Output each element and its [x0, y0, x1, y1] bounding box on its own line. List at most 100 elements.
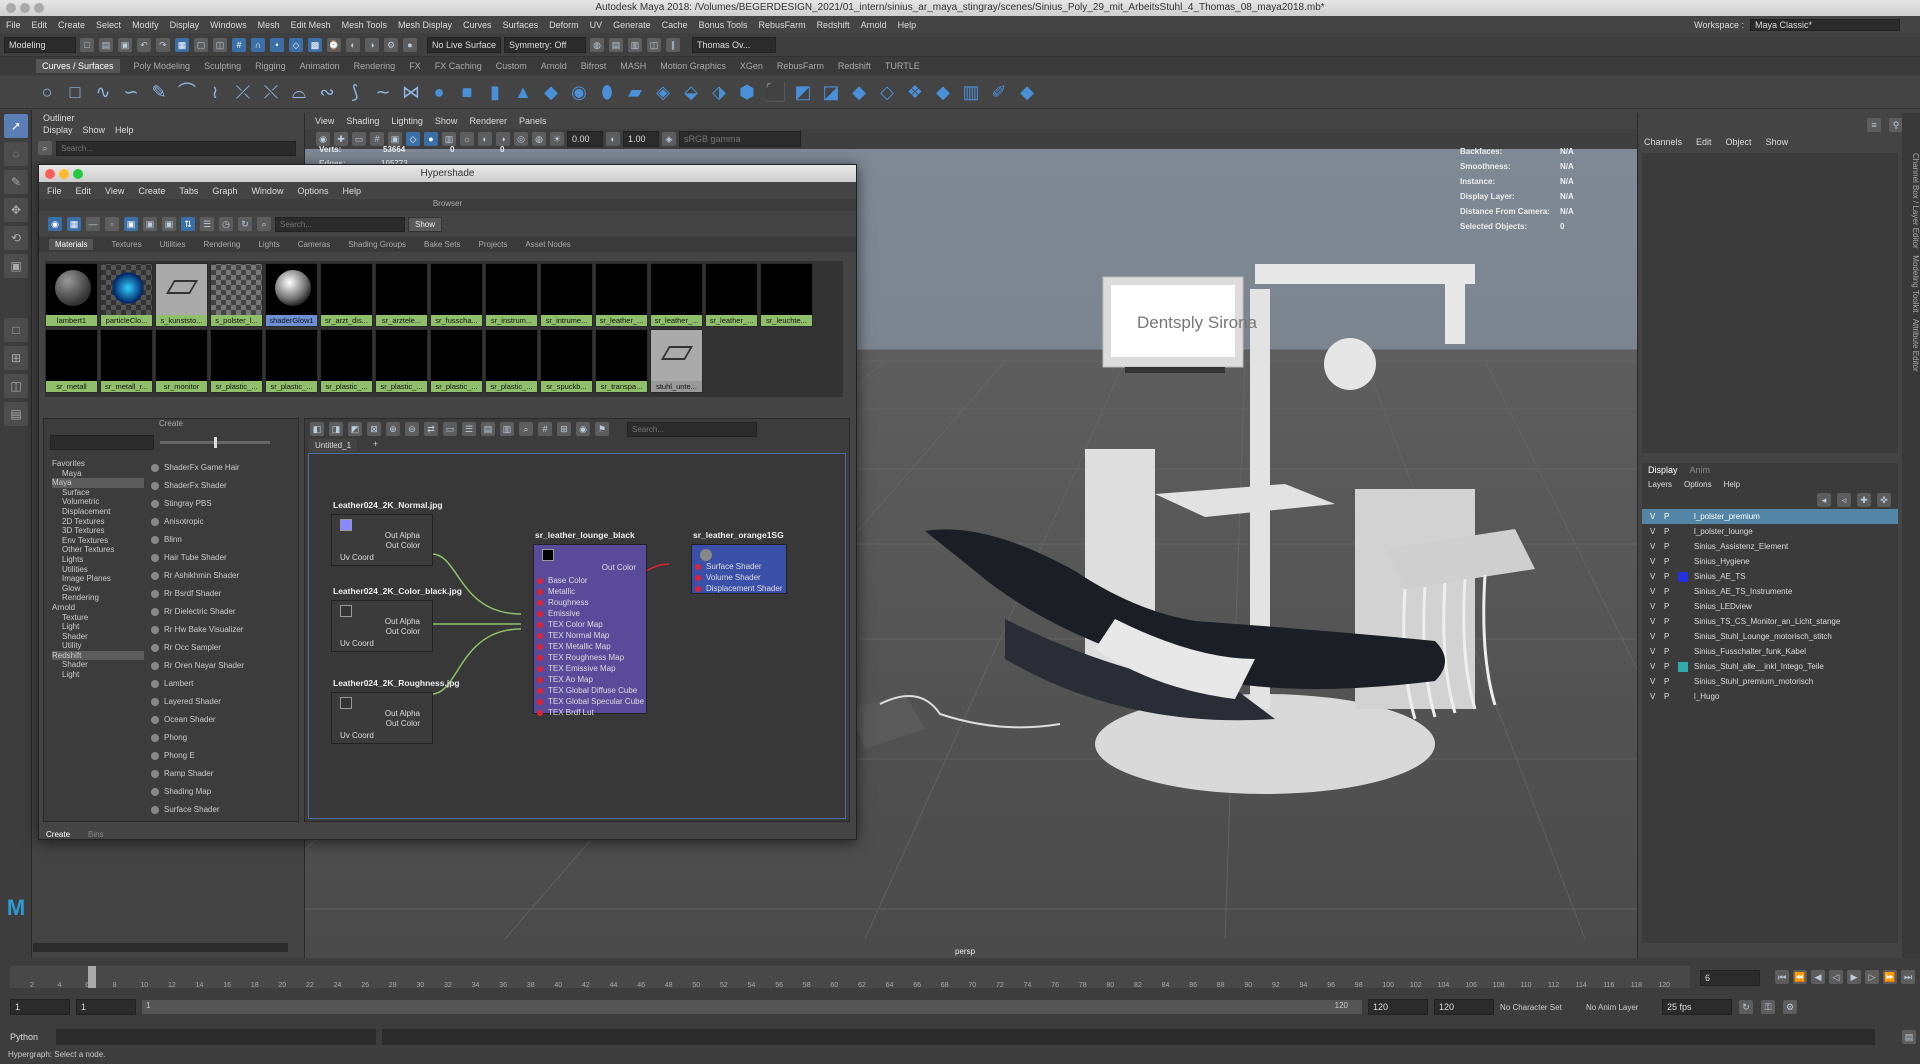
render-settings-icon[interactable]: ⚙: [384, 37, 398, 52]
select-component-icon[interactable]: ◫: [213, 37, 227, 52]
layer-visible-toggle[interactable]: V: [1650, 542, 1658, 551]
snap-grid-node-icon[interactable]: ⊞: [557, 422, 571, 436]
as-icons-icon[interactable]: ◉: [48, 217, 62, 231]
create-tree-item[interactable]: Utility: [52, 641, 144, 651]
material-swatch[interactable]: sr_intrume...: [540, 263, 593, 327]
snap-surface-icon[interactable]: ▩: [308, 37, 322, 52]
layer-row[interactable]: V P Sinius_Stuhl_alle__inkl_Intego_Teile: [1642, 659, 1898, 674]
channel-menu-item[interactable]: Edit: [1696, 137, 1712, 151]
layer-playback-toggle[interactable]: P: [1664, 542, 1672, 551]
rebuild-surface-icon[interactable]: ▥: [960, 81, 982, 103]
shader-input-port[interactable]: TEX Brdf Lut: [534, 707, 646, 718]
layer-row[interactable]: V P Sinius_AE_TS: [1642, 569, 1898, 584]
uv-coord-port[interactable]: Uv Coord: [340, 553, 374, 562]
frame-all-icon[interactable]: ⌕: [519, 422, 533, 436]
ao-icon[interactable]: ◑: [496, 132, 510, 146]
select-object-icon[interactable]: ▢: [194, 37, 208, 52]
sort-icon[interactable]: ⇅: [181, 217, 195, 231]
material-swatch[interactable]: sr_leather_...: [650, 263, 703, 327]
material-swatch[interactable]: sr_leather_...: [705, 263, 758, 327]
material-swatch[interactable]: sr_plastic_...: [320, 329, 373, 393]
booleans-icon[interactable]: ◆: [932, 81, 954, 103]
sg-input-port[interactable]: Volume Shader: [692, 572, 786, 583]
channel-pin-icon[interactable]: ⚲: [1889, 118, 1903, 132]
nurbs-cone-icon[interactable]: ▲: [512, 81, 534, 103]
menu-display[interactable]: Display: [170, 20, 200, 30]
create-tree-item[interactable]: Shader: [52, 660, 144, 670]
material-swatch[interactable]: shaderGlow1: [265, 263, 318, 327]
add-graph-tab-icon[interactable]: +: [373, 439, 378, 449]
hs-menu-item[interactable]: Create: [138, 186, 165, 196]
shelf-tab[interactable]: Curves / Surfaces: [36, 59, 120, 73]
browser-tab[interactable]: Asset Nodes: [525, 240, 570, 249]
create-tab[interactable]: Create: [46, 830, 70, 839]
new-scene-icon[interactable]: □: [80, 37, 94, 52]
nurbs-torus-icon[interactable]: ◉: [568, 81, 590, 103]
menu-rebusfarm[interactable]: RebusFarm: [759, 20, 806, 30]
nurbs-sphere-icon[interactable]: ●: [428, 81, 450, 103]
menu-create[interactable]: Create: [58, 20, 85, 30]
create-tab[interactable]: Bins: [88, 830, 104, 839]
detach-curve-icon[interactable]: ⤬: [260, 81, 282, 103]
shader-list-item[interactable]: ShaderFx Game Hair: [148, 459, 288, 477]
layer-menu-item[interactable]: Help: [1724, 480, 1740, 489]
hs-close-icon[interactable]: [45, 169, 55, 179]
layer-row[interactable]: V P Sinius_Stuhl_Lounge_motorisch_stitch: [1642, 629, 1898, 644]
render-view-icon[interactable]: ◫: [647, 37, 662, 52]
nurbs-cylinder-icon[interactable]: ▮: [484, 81, 506, 103]
user-account[interactable]: Thomas Ov...: [692, 36, 777, 53]
sort-type-icon[interactable]: ☰: [200, 217, 214, 231]
untrim-icon[interactable]: ❖: [904, 81, 926, 103]
shadows-icon[interactable]: ◐: [478, 132, 492, 146]
layer-visible-toggle[interactable]: V: [1650, 587, 1658, 596]
shelf-tab[interactable]: Redshift: [838, 61, 871, 71]
wireframe-icon[interactable]: ◇: [406, 132, 420, 146]
clear-graph-icon[interactable]: ⊠: [367, 422, 381, 436]
medium-swatch-icon[interactable]: ▣: [124, 217, 138, 231]
menu-mesh-display[interactable]: Mesh Display: [398, 20, 452, 30]
shader-list-item[interactable]: Rr Occ Sampler: [148, 639, 288, 657]
layer-color-swatch[interactable]: [1678, 677, 1688, 687]
xl-swatch-icon[interactable]: ▣: [162, 217, 176, 231]
create-tree-item[interactable]: Light: [52, 622, 144, 632]
material-swatch[interactable]: sr_leuchte...: [760, 263, 813, 327]
layer-visible-toggle[interactable]: V: [1650, 692, 1658, 701]
paint-select-icon[interactable]: ✎: [4, 170, 28, 194]
create-tree-item[interactable]: Favorites: [52, 459, 144, 469]
layer-visible-toggle[interactable]: V: [1650, 632, 1658, 641]
viewport-menu-item[interactable]: Shading: [346, 116, 379, 126]
layer-color-swatch[interactable]: [1678, 692, 1688, 702]
current-frame-field[interactable]: 6: [1700, 970, 1760, 986]
extend-curve-icon[interactable]: ⟆: [344, 81, 366, 103]
layer-color-swatch[interactable]: [1678, 587, 1688, 597]
browser-tab[interactable]: Shading Groups: [348, 240, 406, 249]
shelf-tab[interactable]: MASH: [620, 61, 646, 71]
layer-visible-toggle[interactable]: V: [1650, 557, 1658, 566]
shelf-tab[interactable]: XGen: [740, 61, 763, 71]
redo-icon[interactable]: ↷: [156, 37, 170, 52]
browser-search-input[interactable]: Search...: [275, 216, 405, 232]
shader-list-item[interactable]: Rr Ashikhmin Shader: [148, 567, 288, 585]
xray-icon[interactable]: ◍: [532, 132, 546, 146]
create-tree-item[interactable]: Maya: [52, 478, 144, 488]
layer-row[interactable]: V P Sinius_AE_TS_Instrumente: [1642, 584, 1898, 599]
create-tree-item[interactable]: 2D Textures: [52, 517, 144, 527]
shader-input-port[interactable]: Metallic: [534, 586, 646, 597]
zoom-window-icon[interactable]: [34, 3, 44, 13]
layer-menu-item[interactable]: Layers: [1648, 480, 1672, 489]
material-swatch[interactable]: sr_instrum...: [485, 263, 538, 327]
auto-key-icon[interactable]: ⚿: [1761, 1000, 1775, 1014]
create-tree-item[interactable]: Env Textures: [52, 536, 144, 546]
swatch-size-slider[interactable]: [160, 437, 270, 448]
shelf-tab[interactable]: Custom: [496, 61, 527, 71]
symmetry-select[interactable]: Symmetry: Off: [504, 36, 587, 53]
hs-menu-item[interactable]: Tabs: [179, 186, 198, 196]
browser-tab[interactable]: Materials: [49, 239, 94, 250]
full-mode-icon[interactable]: ▤: [481, 422, 495, 436]
menu-bonus-tools[interactable]: Bonus Tools: [699, 20, 748, 30]
shader-list-item[interactable]: Layered Shader: [148, 693, 288, 711]
step-forward-key-icon[interactable]: ⏩: [1883, 970, 1897, 984]
shader-input-port[interactable]: TEX Color Map: [534, 619, 646, 630]
create-tree-item[interactable]: Surface: [52, 488, 144, 498]
shelf-tab[interactable]: FX: [409, 61, 421, 71]
